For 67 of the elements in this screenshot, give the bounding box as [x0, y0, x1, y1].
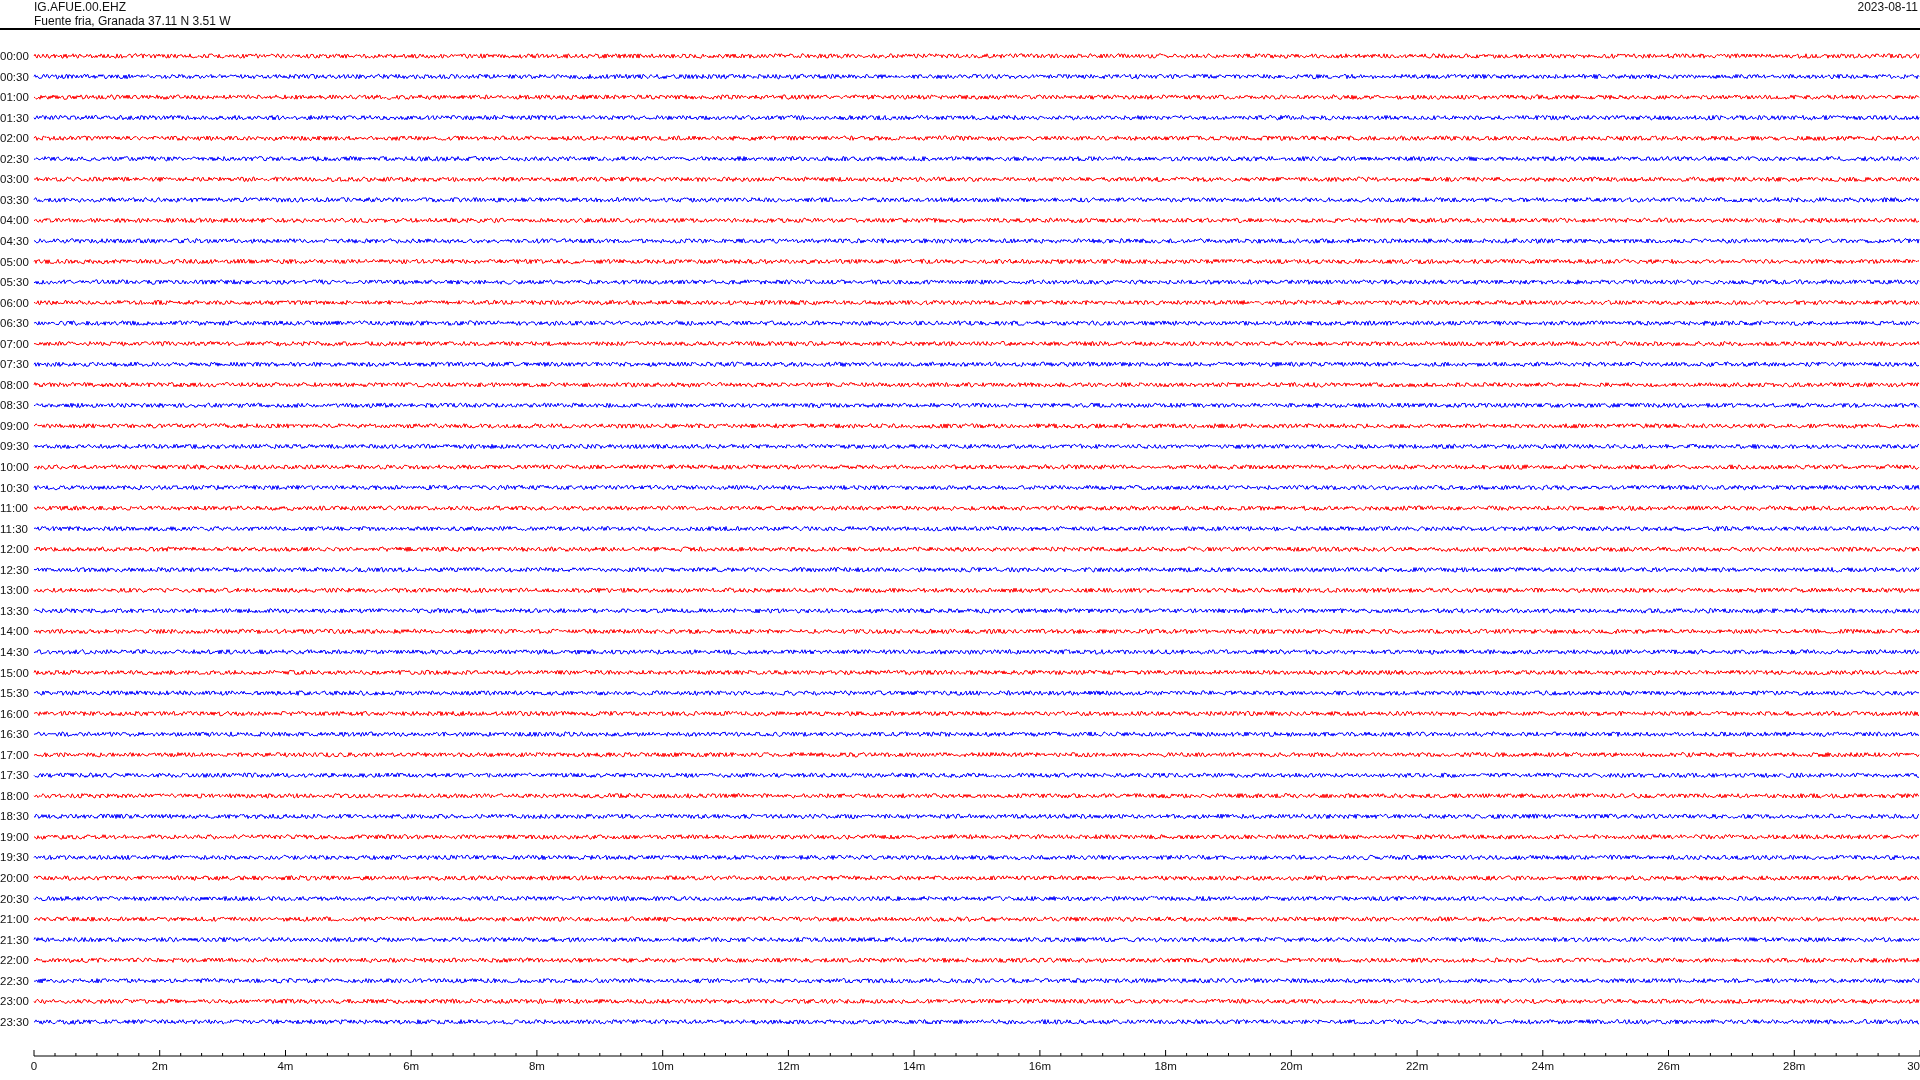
time-label: 03:00 [0, 173, 29, 186]
time-label: 00:30 [0, 70, 29, 83]
time-label: 16:30 [0, 728, 29, 741]
axis-tick-label: 22m [1405, 1060, 1429, 1072]
time-label: 23:30 [0, 1015, 29, 1028]
time-label: 10:30 [0, 481, 29, 494]
axis-tick-label: 8m [528, 1060, 545, 1072]
time-label: 19:30 [0, 851, 29, 864]
axis-tick-label: 18m [1154, 1060, 1177, 1072]
time-label: 05:00 [0, 255, 29, 268]
time-label: 03:30 [0, 193, 29, 206]
time-label: 15:00 [0, 666, 29, 679]
time-label: 08:00 [0, 378, 29, 391]
axis-tick-label: 24m [1531, 1060, 1554, 1072]
time-label: 18:30 [0, 810, 29, 823]
time-label: 14:00 [0, 625, 29, 638]
time-label: 12:00 [0, 543, 29, 556]
time-label: 23:00 [0, 995, 29, 1008]
time-label: 18:00 [0, 789, 29, 802]
time-label: 07:00 [0, 337, 29, 350]
time-label: 06:00 [0, 296, 29, 309]
time-label: 08:30 [0, 399, 29, 412]
axis-tick-label: 20m [1280, 1060, 1303, 1072]
time-label: 17:30 [0, 769, 29, 782]
time-label: 16:00 [0, 707, 29, 720]
time-label: 20:30 [0, 892, 29, 905]
axis-tick-label: 26m [1657, 1060, 1680, 1072]
axis-tick-label: 16m [1028, 1060, 1052, 1072]
time-label: 10:00 [0, 461, 29, 473]
station-location: Fuente fria, Granada 37.11 N 3.51 W [34, 14, 231, 28]
time-label: 15:30 [0, 687, 29, 700]
axis-tick-label: 2m [151, 1060, 168, 1072]
time-label: 02:30 [0, 152, 29, 165]
time-label: 19:00 [0, 830, 29, 843]
time-label: 14:30 [0, 645, 29, 658]
time-label: 01:30 [0, 111, 29, 124]
time-label: 04:00 [0, 214, 29, 227]
time-label: 21:00 [0, 913, 29, 926]
axis-tick-label: 14m [902, 1060, 926, 1072]
time-label: 11:00 [0, 502, 28, 515]
time-label: 22:30 [0, 974, 29, 987]
station-code: IG.AFUE.00.EHZ [34, 0, 127, 14]
time-label: 22:00 [0, 954, 29, 967]
time-label: 12:30 [0, 563, 29, 576]
time-label: 17:00 [0, 748, 29, 761]
time-label: 04:30 [0, 234, 29, 247]
axis-tick-label: 6m [403, 1060, 420, 1072]
axis-tick-label: 28m [1783, 1060, 1806, 1072]
date-label: 2023-08-11 [1857, 0, 1918, 14]
time-label: 21:30 [0, 933, 29, 946]
time-label: 01:00 [0, 91, 29, 104]
axis-tick-label: 4m [277, 1060, 294, 1072]
time-label: 09:00 [0, 419, 29, 432]
axis-tick-label: 10m [651, 1060, 674, 1072]
time-label: 13:00 [0, 584, 29, 597]
axis-tick-label: 12m [777, 1060, 800, 1072]
time-label: 00:00 [0, 50, 29, 62]
time-label: 13:30 [0, 604, 29, 617]
time-label: 20:00 [0, 872, 29, 884]
axis-tick-label: 0 [30, 1060, 38, 1072]
time-label: 02:00 [0, 132, 29, 145]
axis-tick-label: 30 [1907, 1060, 1920, 1072]
time-label: 09:30 [0, 440, 29, 453]
time-label: 06:30 [0, 317, 29, 330]
time-label: 11:30 [0, 522, 28, 535]
time-label: 07:30 [0, 358, 29, 371]
time-label: 05:30 [0, 276, 29, 289]
